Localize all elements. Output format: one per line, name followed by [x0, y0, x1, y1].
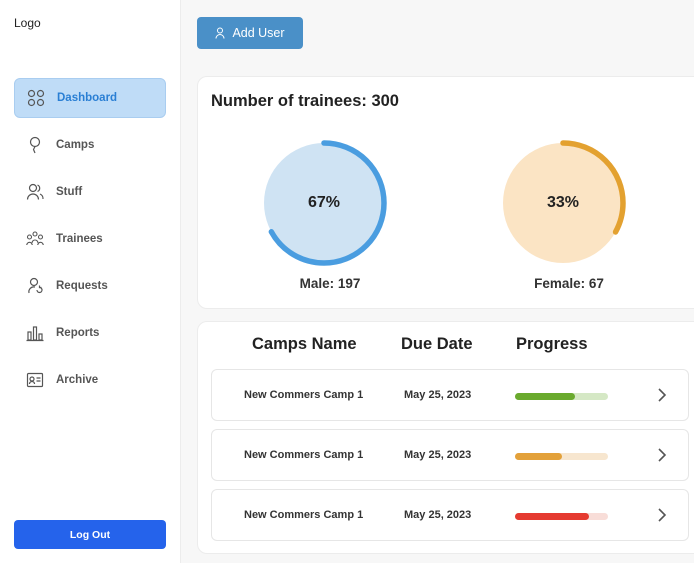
progress-fill [515, 393, 576, 400]
column-header-camps-name: Camps Name [252, 335, 357, 353]
male-count-label: Male: 197 [299, 276, 361, 291]
bar-chart-icon [26, 324, 44, 342]
female-count-label: Female: 67 [534, 276, 604, 291]
sidebar-nav: Dashboard Camps Stuff Trainees Requests [14, 78, 166, 407]
trainees-card: Number of trainees: 300 67% Male: 197 33… [197, 76, 694, 309]
camp-due-date: May 25, 2023 [404, 509, 472, 521]
grid-icon [27, 89, 45, 107]
pin-icon [26, 136, 44, 154]
user-icon [215, 27, 225, 39]
sidebar-item-label: Reports [56, 327, 100, 339]
camp-due-date: May 25, 2023 [404, 389, 472, 401]
camps-table-card: Camps Name Due Date Progress New Commers… [197, 321, 694, 554]
camp-name: New Commers Camp 1 [244, 389, 364, 401]
sidebar-item-reports[interactable]: Reports [14, 313, 166, 353]
sidebar-item-trainees[interactable]: Trainees [14, 219, 166, 259]
camp-name: New Commers Camp 1 [244, 509, 364, 521]
sidebar-item-dashboard[interactable]: Dashboard [14, 78, 166, 118]
sidebar-item-label: Archive [56, 374, 99, 386]
progress-fill [515, 513, 590, 520]
sidebar-item-stuff[interactable]: Stuff [14, 172, 166, 212]
progress-bar [515, 393, 608, 400]
sidebar-item-label: Camps [56, 139, 95, 151]
users-icon [26, 183, 44, 201]
id-card-icon [26, 371, 44, 389]
add-user-button[interactable]: Add User [197, 17, 303, 49]
column-header-due-date: Due Date [401, 335, 473, 353]
female-percent: 33% [546, 194, 580, 211]
chevron-right-icon[interactable] [654, 445, 670, 465]
sidebar-item-archive[interactable]: Archive [14, 360, 166, 400]
sidebar-item-label: Stuff [56, 186, 83, 198]
male-donut: 67% [260, 139, 388, 267]
progress-bar [515, 453, 608, 460]
sidebar: Logo Dashboard Camps Stuff Trainees Requ… [0, 0, 181, 563]
trainees-title: Number of trainees: 300 [211, 92, 399, 110]
male-percent: 67% [307, 194, 341, 211]
column-header-progress: Progress [516, 335, 588, 353]
chevron-right-icon[interactable] [654, 505, 670, 525]
chevron-right-icon[interactable] [654, 385, 670, 405]
logo: Logo [14, 16, 41, 30]
group-icon [26, 230, 44, 248]
sidebar-item-camps[interactable]: Camps [14, 125, 166, 165]
female-donut: 33% [499, 139, 627, 267]
table-row[interactable]: New Commers Camp 1 May 25, 2023 [211, 429, 689, 481]
add-user-label: Add User [232, 26, 285, 40]
table-row[interactable]: New Commers Camp 1 May 25, 2023 [211, 489, 689, 541]
camp-due-date: May 25, 2023 [404, 449, 472, 461]
progress-fill [515, 453, 562, 460]
sidebar-item-label: Requests [56, 280, 108, 292]
sidebar-item-requests[interactable]: Requests [14, 266, 166, 306]
sidebar-item-label: Dashboard [57, 92, 118, 104]
progress-bar [515, 513, 608, 520]
logout-button[interactable]: Log Out [14, 520, 166, 549]
camp-name: New Commers Camp 1 [244, 449, 364, 461]
sidebar-item-label: Trainees [56, 233, 103, 245]
user-refresh-icon [26, 277, 44, 295]
table-row[interactable]: New Commers Camp 1 May 25, 2023 [211, 369, 689, 421]
